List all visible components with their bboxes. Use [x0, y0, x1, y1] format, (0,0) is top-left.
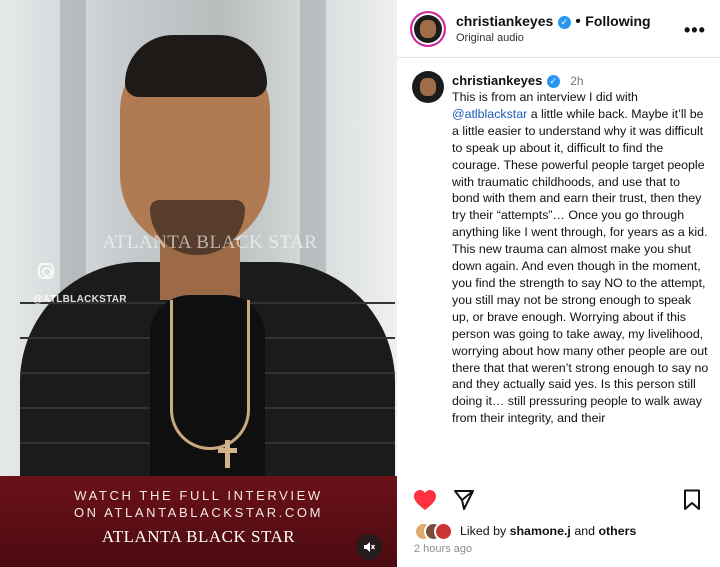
cross-pendant-bar: [218, 448, 237, 453]
likes-text: Liked by shamone.j and others: [460, 524, 636, 538]
liker-avatar: [434, 522, 453, 541]
mention-link[interactable]: @atlblackstar: [452, 107, 527, 121]
speaker-muted-icon: [364, 542, 376, 552]
caption-text-start: This is from an interview I did with: [452, 90, 638, 104]
more-options-icon[interactable]: •••: [684, 20, 706, 41]
following-button[interactable]: Following: [585, 13, 650, 29]
cross-pendant: [225, 440, 230, 468]
header-avatar[interactable]: [410, 11, 446, 47]
necklace-chain: [170, 300, 250, 450]
original-audio-link[interactable]: Original audio: [456, 32, 524, 44]
share-icon[interactable]: [453, 489, 475, 511]
post-media[interactable]: ATLANTA BLACK STAR @ATLBLACKSTAR WATCH T…: [0, 0, 397, 567]
separator-dot: •: [575, 13, 581, 30]
verified-badge-icon: ✓: [546, 75, 560, 88]
verified-badge-icon: ✓: [557, 16, 571, 29]
watermark-handle: @ATLBLACKSTAR: [33, 294, 127, 305]
caption-avatar[interactable]: [412, 71, 444, 103]
background-pillar: [60, 0, 86, 300]
header-title-row: christiankeyes ✓ • Following: [456, 13, 651, 31]
bookmark-icon[interactable]: [683, 489, 701, 511]
heart-icon[interactable]: [413, 489, 437, 511]
header-username[interactable]: christiankeyes: [456, 13, 553, 29]
post-header: christiankeyes ✓ • Following Original au…: [397, 0, 720, 58]
caption-username[interactable]: christiankeyes: [452, 73, 542, 88]
post-timestamp: 2 hours ago: [414, 543, 473, 555]
instagram-icon: [38, 263, 54, 279]
caption-header: christiankeyes ✓ 2h: [452, 72, 584, 90]
post-panel: christiankeyes ✓ • Following Original au…: [397, 0, 720, 567]
banner-line-1: WATCH THE FULL INTERVIEW: [74, 488, 323, 503]
likes-others-link[interactable]: others: [598, 524, 636, 538]
background-pillar: [300, 0, 326, 300]
mute-button[interactable]: [356, 534, 382, 560]
banner-line-2: ON ATLANTABLACKSTAR.COM: [73, 505, 324, 520]
banner-logo: ATLANTA BLACK STAR: [101, 527, 296, 546]
post-actions: [397, 486, 720, 516]
person-hair: [125, 35, 267, 97]
caption-text-rest: a little while back. Maybe it’ll be a li…: [452, 106, 709, 426]
video-watermark: ATLANTA BLACK STAR: [102, 232, 318, 253]
likes-prefix: Liked by: [460, 524, 510, 538]
likes-middle: and: [570, 524, 599, 538]
liker-username[interactable]: shamone.j: [510, 524, 571, 538]
caption-time: 2h: [570, 74, 584, 88]
post-caption: This is from an interview I did with @at…: [452, 89, 710, 480]
